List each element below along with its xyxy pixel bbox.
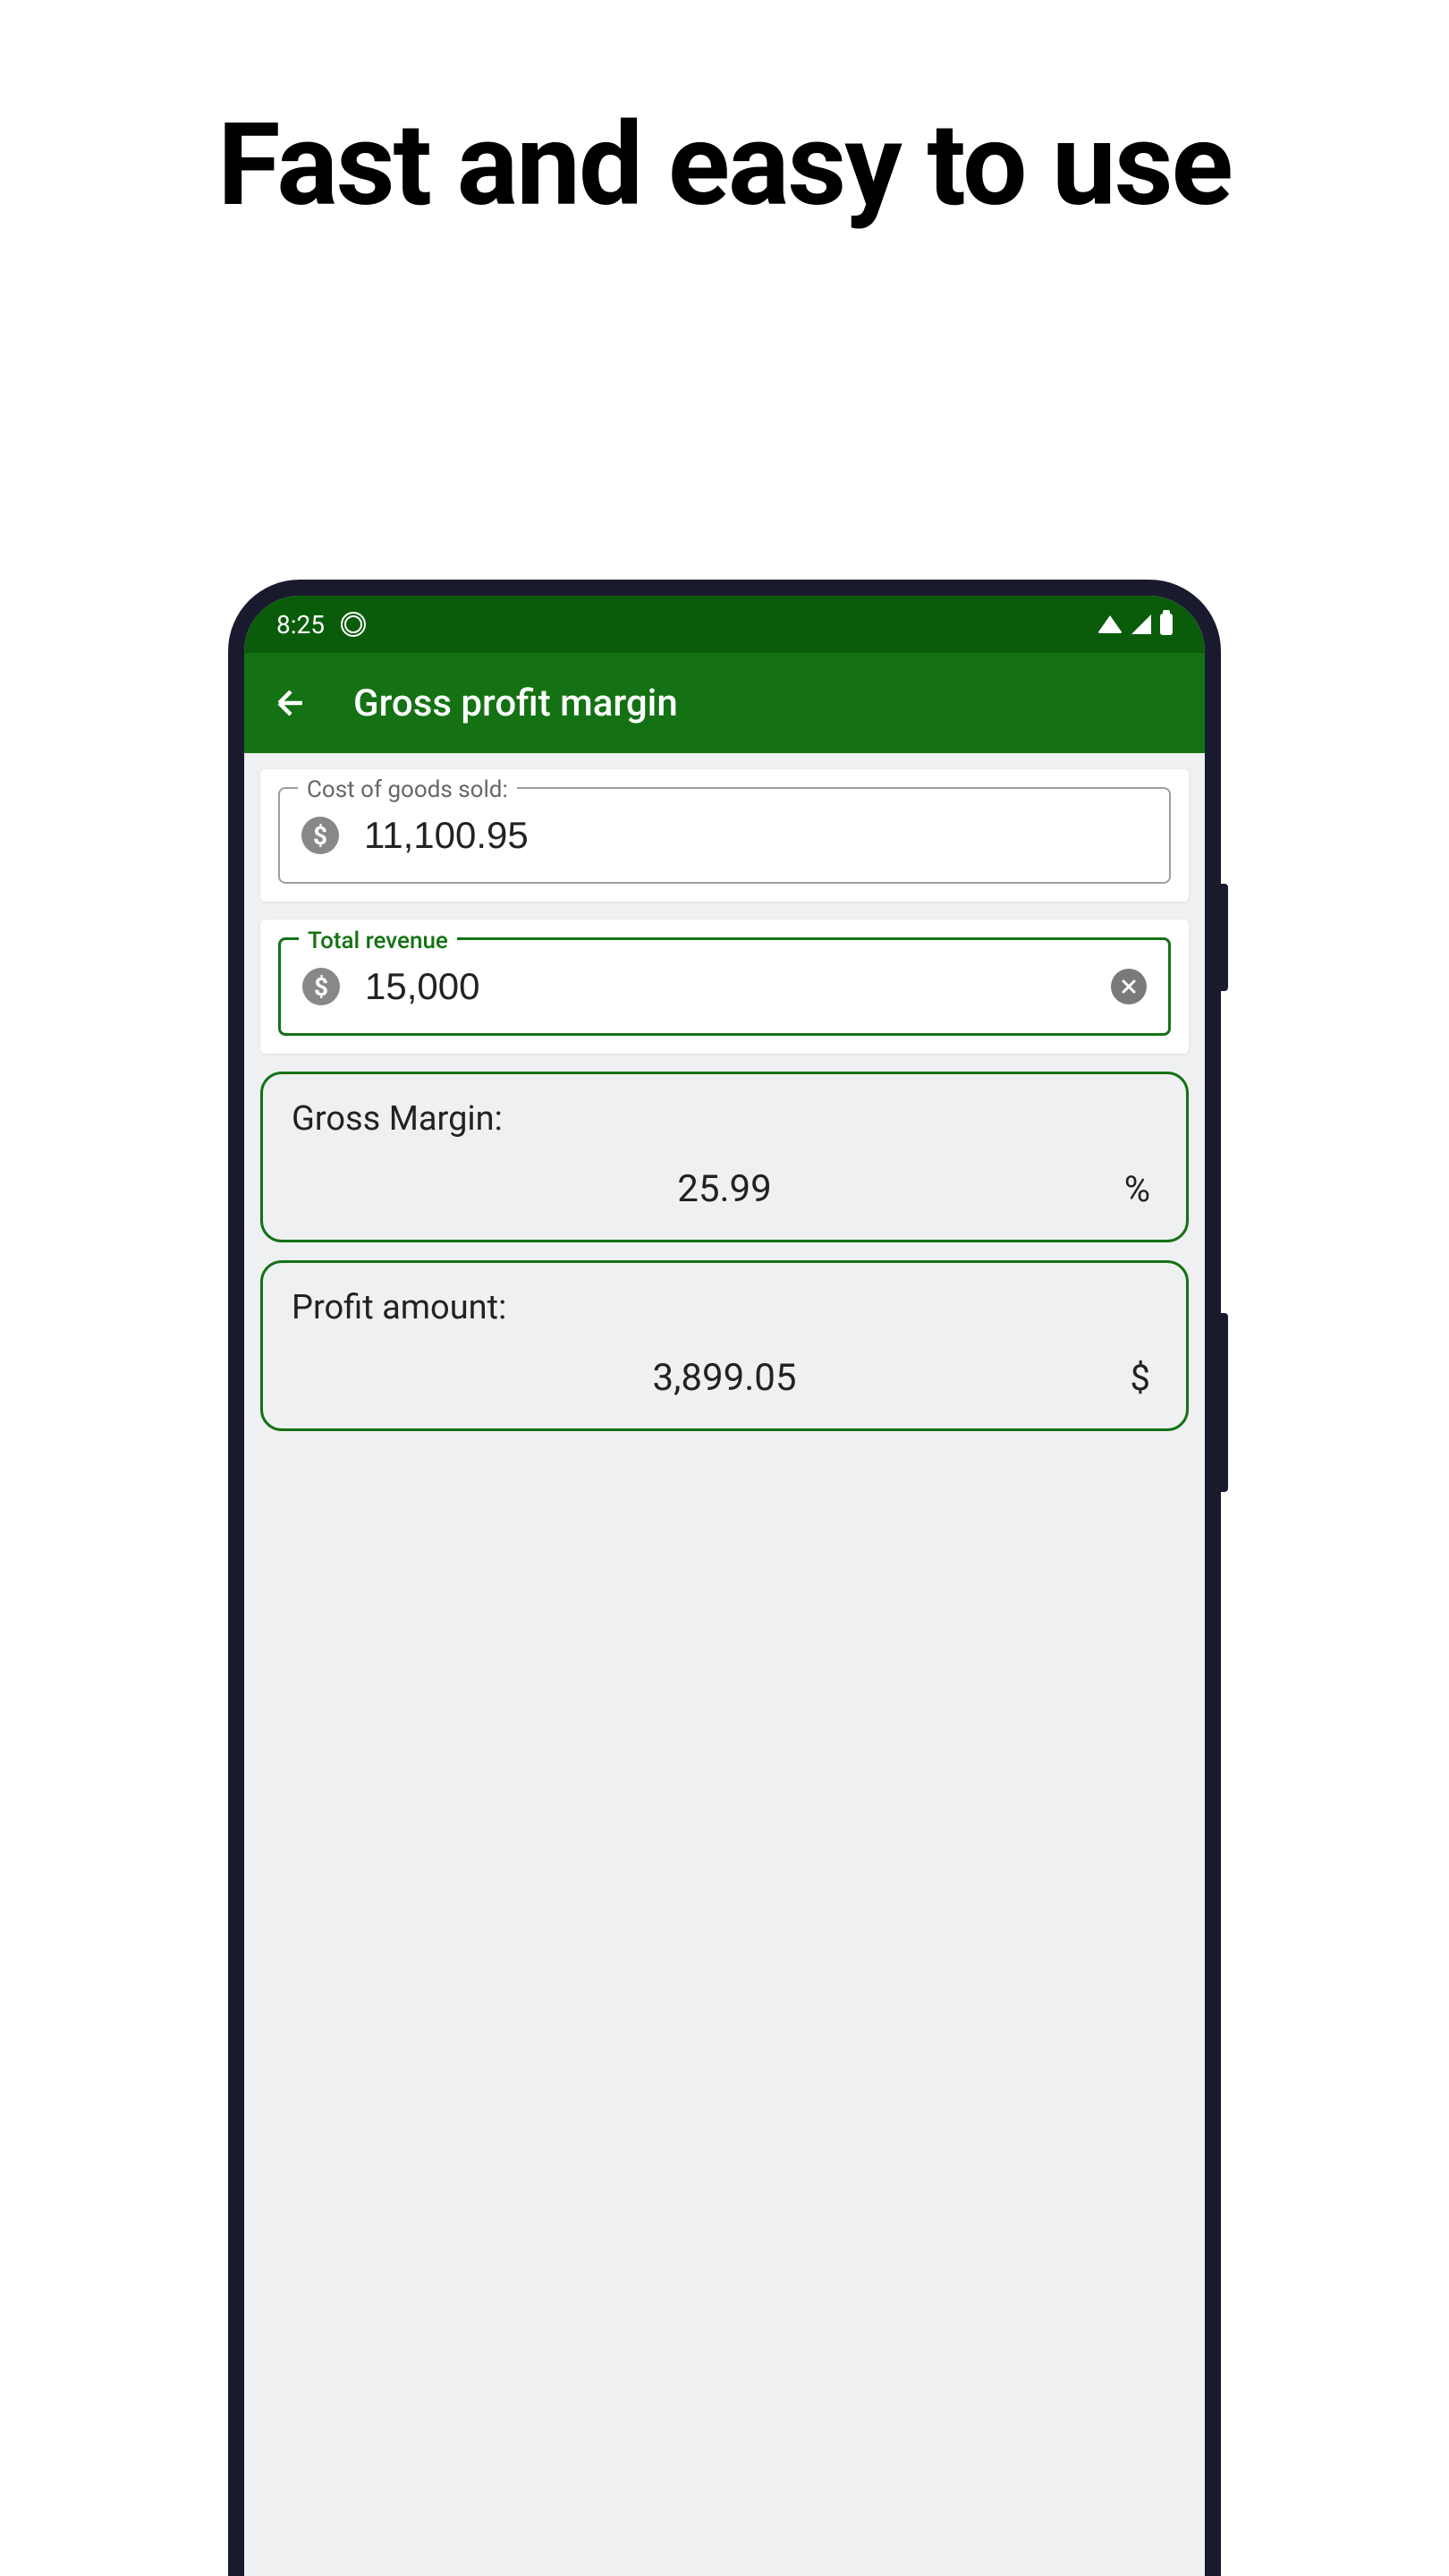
gross-margin-result: Gross Margin: 25.99 % xyxy=(260,1072,1189,1242)
app-bar: Gross profit margin xyxy=(244,653,1205,753)
gross-margin-value-row: 25.99 % xyxy=(292,1167,1157,1211)
phone-screen: 8:25 Gross profit margin Cost of goods xyxy=(244,596,1205,2576)
status-time: 8:25 xyxy=(276,610,325,640)
revenue-input-card: Total revenue $ xyxy=(260,919,1189,1054)
cost-input[interactable] xyxy=(364,814,1148,857)
do-not-disturb-icon xyxy=(341,612,366,637)
signal-icon xyxy=(1131,614,1151,634)
cost-input-card: Cost of goods sold: $ xyxy=(260,769,1189,902)
status-bar-left: 8:25 xyxy=(276,610,366,640)
content-area: Cost of goods sold: $ Total revenue $ xyxy=(244,753,1205,1465)
gross-margin-label: Gross Margin: xyxy=(292,1099,1157,1139)
back-button[interactable] xyxy=(271,683,310,723)
phone-side-button-2 xyxy=(1221,1313,1228,1492)
revenue-label: Total revenue xyxy=(299,928,457,954)
clear-button[interactable] xyxy=(1111,969,1147,1004)
wifi-icon xyxy=(1097,615,1123,633)
profit-amount-result: Profit amount: 3,899.05 $ xyxy=(260,1260,1189,1431)
gross-margin-unit: % xyxy=(1124,1168,1150,1210)
close-icon xyxy=(1120,978,1138,996)
phone-frame: 8:25 Gross profit margin Cost of goods xyxy=(228,580,1221,2576)
profit-amount-unit: $ xyxy=(1131,1357,1150,1399)
marketing-headline: Fast and easy to use xyxy=(0,0,1449,233)
page-title: Gross profit margin xyxy=(353,682,678,725)
revenue-input[interactable] xyxy=(365,965,1086,1008)
revenue-input-wrapper[interactable]: Total revenue $ xyxy=(278,937,1171,1036)
dollar-icon: $ xyxy=(302,968,340,1005)
profit-amount-label: Profit amount: xyxy=(292,1288,1157,1327)
profit-amount-value: 3,899.05 xyxy=(653,1356,797,1400)
dollar-icon: $ xyxy=(301,817,339,854)
cost-input-wrapper[interactable]: Cost of goods sold: $ xyxy=(278,787,1171,884)
cost-label: Cost of goods sold: xyxy=(298,776,517,803)
arrow-left-icon xyxy=(271,683,310,723)
status-bar-right xyxy=(1097,614,1173,635)
status-bar: 8:25 xyxy=(244,596,1205,653)
profit-amount-value-row: 3,899.05 $ xyxy=(292,1356,1157,1400)
gross-margin-value: 25.99 xyxy=(677,1167,772,1211)
phone-side-button xyxy=(1221,884,1228,991)
battery-icon xyxy=(1160,614,1173,635)
